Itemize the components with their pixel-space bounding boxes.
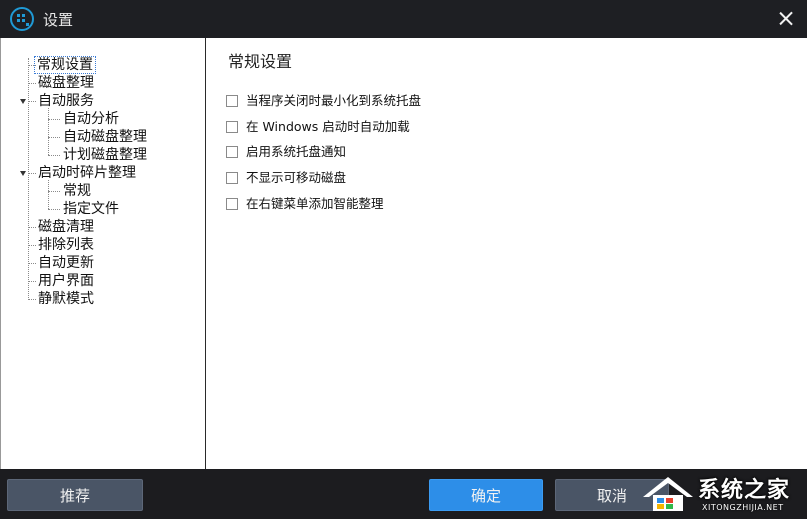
close-button[interactable] bbox=[775, 8, 797, 30]
app-logo-icon bbox=[10, 7, 34, 31]
tree-item-general-settings[interactable]: 常规设置 bbox=[34, 56, 96, 74]
tree-connector bbox=[28, 101, 36, 102]
recommend-button[interactable]: 推荐 bbox=[7, 479, 143, 511]
tree-item-boot-time-defrag[interactable]: 启动时碎片整理 bbox=[36, 164, 138, 182]
tree-connector bbox=[28, 299, 36, 300]
content-area: 常规设置 磁盘整理 自动服务 自动分析 自动磁盘整理 计划磁盘整理 启动时碎片整… bbox=[0, 38, 807, 469]
tree-item-auto-disk-defrag[interactable]: 自动磁盘整理 bbox=[61, 128, 149, 146]
settings-window: 设置 常规设置 磁盘整理 自动服务 自动分析 自动磁盘整理 计划磁盘整理 启动时… bbox=[0, 0, 807, 519]
tree-item-auto-service[interactable]: 自动服务 bbox=[36, 92, 96, 110]
settings-panel: 常规设置 当程序关闭时最小化到系统托盘 在 Windows 启动时自动加载 启用… bbox=[207, 38, 807, 469]
tree-connector bbox=[48, 191, 60, 192]
tree-item-boot-general[interactable]: 常规 bbox=[61, 182, 93, 200]
tree-connector bbox=[48, 180, 49, 209]
checkbox[interactable] bbox=[226, 198, 238, 210]
option-label: 当程序关闭时最小化到系统托盘 bbox=[246, 93, 422, 108]
checkbox[interactable] bbox=[226, 172, 238, 184]
tree-item-auto-analyze[interactable]: 自动分析 bbox=[61, 110, 121, 128]
checkbox[interactable] bbox=[226, 121, 238, 133]
option-label: 启用系统托盘通知 bbox=[246, 144, 347, 159]
window-title: 设置 bbox=[43, 11, 74, 29]
expand-arrow-icon[interactable] bbox=[20, 99, 26, 104]
tree-item-silent-mode[interactable]: 静默模式 bbox=[36, 290, 96, 308]
tree-item-exclusion-list[interactable]: 排除列表 bbox=[36, 236, 96, 254]
tree-connector bbox=[28, 263, 36, 264]
tree-connector bbox=[28, 227, 36, 228]
tree-connector bbox=[48, 209, 60, 210]
tree-connector bbox=[28, 83, 36, 84]
watermark-text: 系统之家 bbox=[698, 478, 791, 503]
tree-item-user-interface[interactable]: 用户界面 bbox=[36, 272, 96, 290]
watermark-house-icon bbox=[643, 477, 693, 511]
tree-connector bbox=[48, 119, 60, 120]
tree-connector bbox=[48, 137, 60, 138]
option-label: 不显示可移动磁盘 bbox=[246, 170, 347, 185]
tree-item-auto-update[interactable]: 自动更新 bbox=[36, 254, 96, 272]
tree-item-specified-files[interactable]: 指定文件 bbox=[61, 200, 121, 218]
panel-title: 常规设置 bbox=[228, 52, 293, 71]
option-label: 在右键菜单添加智能整理 bbox=[246, 196, 384, 211]
settings-tree[interactable]: 常规设置 磁盘整理 自动服务 自动分析 自动磁盘整理 计划磁盘整理 启动时碎片整… bbox=[0, 38, 206, 469]
watermark: 系统之家 XITONGZHIJIA.NET bbox=[636, 467, 807, 519]
title-bar[interactable]: 设置 bbox=[0, 0, 807, 38]
checkbox[interactable] bbox=[226, 146, 238, 158]
ok-button[interactable]: 确定 bbox=[429, 479, 543, 511]
watermark-subtext: XITONGZHIJIA.NET bbox=[702, 503, 784, 512]
tree-connector bbox=[28, 245, 36, 246]
tree-connector bbox=[48, 155, 60, 156]
tree-connector bbox=[28, 173, 36, 174]
option-label: 在 Windows 启动时自动加载 bbox=[246, 119, 410, 134]
tree-connector bbox=[28, 281, 36, 282]
tree-item-disk-cleanup[interactable]: 磁盘清理 bbox=[36, 218, 96, 236]
tree-connector bbox=[48, 108, 49, 155]
tree-item-disk-defrag[interactable]: 磁盘整理 bbox=[36, 74, 96, 92]
expand-arrow-icon[interactable] bbox=[20, 171, 26, 176]
tree-item-scheduled-defrag[interactable]: 计划磁盘整理 bbox=[61, 146, 149, 164]
checkbox[interactable] bbox=[226, 95, 238, 107]
